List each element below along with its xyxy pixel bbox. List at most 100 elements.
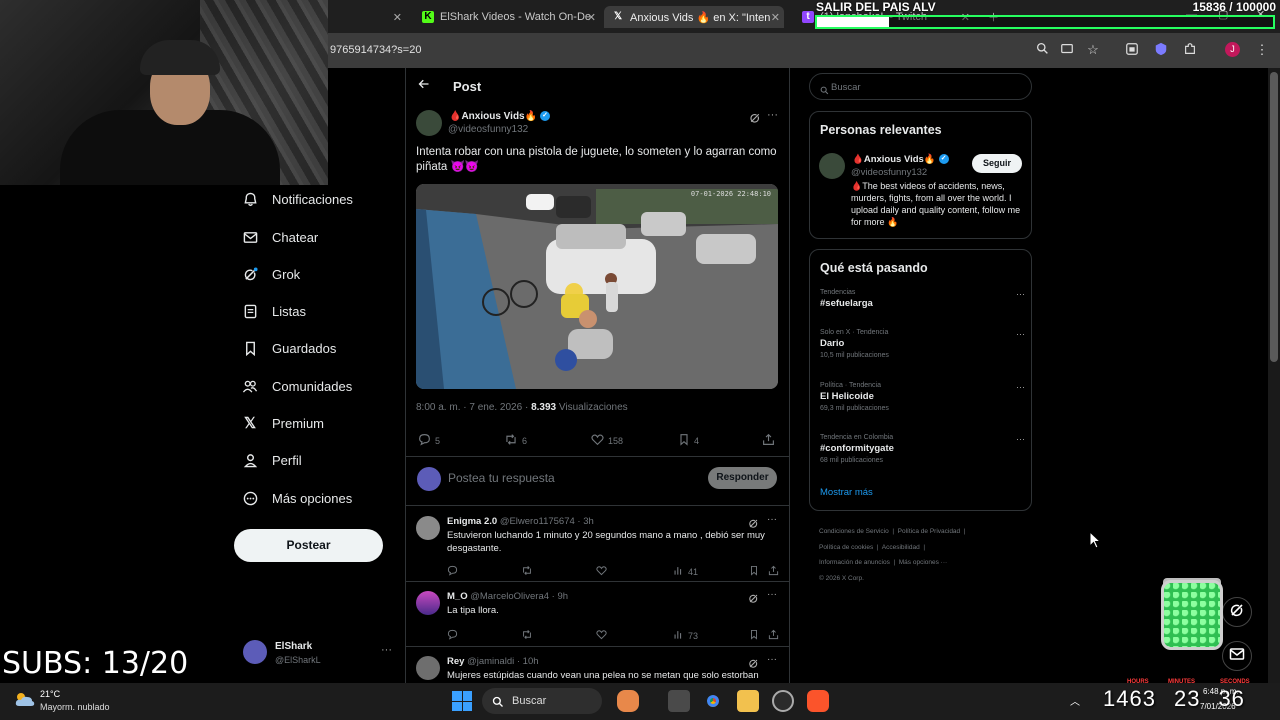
back-arrow-icon[interactable]	[418, 78, 430, 93]
nav-bookmarks[interactable]: Guardados	[242, 333, 336, 363]
repost-icon[interactable]	[521, 629, 537, 640]
profile-avatar-icon[interactable]: J	[1225, 42, 1240, 57]
show-more-link[interactable]: Mostrar más	[820, 487, 873, 498]
reply-icon[interactable]	[447, 565, 462, 576]
repost-action[interactable]: 6	[504, 433, 527, 448]
bookmark-icon[interactable]	[749, 565, 763, 576]
more-dots-icon[interactable]: ···	[1016, 289, 1025, 299]
reply-action[interactable]: 5	[418, 433, 440, 448]
like-action[interactable]: 158	[591, 433, 623, 448]
views-action[interactable]: 73	[673, 629, 698, 642]
more-dots-icon[interactable]: ···	[767, 589, 777, 600]
footer-link[interactable]: Información de anuncios	[819, 559, 890, 566]
reply-button[interactable]: Responder	[708, 467, 777, 489]
nav-lists[interactable]: Listas	[242, 296, 306, 326]
grok-icon[interactable]	[749, 111, 761, 129]
share-action[interactable]	[762, 433, 779, 448]
trend-item[interactable]: Política · Tendencia El Helicoide 69,3 m…	[820, 382, 1025, 412]
nav-grok[interactable]: Grok	[242, 259, 300, 289]
post-video[interactable]: 07-01-2026 22:48:10	[416, 184, 778, 389]
account-name: ElShark	[275, 641, 313, 652]
cloud-icon[interactable]	[14, 691, 35, 707]
widget-app-icon[interactable]	[617, 690, 639, 712]
browser-tab-x[interactable]: 𝕏 Anxious Vids 🔥 en X: "Inten ✕	[604, 6, 784, 28]
grok-float-button[interactable]	[1222, 597, 1252, 627]
nav-more-options[interactable]: Más opciones	[242, 483, 352, 513]
nav-profile[interactable]: Perfil	[242, 445, 302, 475]
reply-author[interactable]: Enigma 2.0	[447, 516, 497, 527]
more-dots-icon[interactable]: ···	[767, 109, 778, 121]
more-dots-icon[interactable]: ···	[1016, 329, 1025, 339]
brave-icon[interactable]	[807, 690, 829, 712]
footer-link[interactable]: Condiciones de Servicio	[819, 528, 889, 535]
repost-icon[interactable]	[521, 565, 537, 576]
reply-author[interactable]: M_O	[447, 591, 468, 602]
footer-link[interactable]: Accesibilidad	[882, 544, 920, 551]
reply-item[interactable]: Enigma 2.0 @Elwero1175674 · 3h ··· Estuv…	[406, 508, 790, 582]
browser-tab-kick[interactable]: K ElShark Videos - Watch On-Der ✕	[414, 6, 600, 28]
file-explorer-icon[interactable]	[737, 690, 759, 712]
heart-icon[interactable]	[596, 629, 611, 640]
reply-input[interactable]: Postea tu respuesta	[448, 471, 555, 485]
nav-communities[interactable]: Comunidades	[242, 371, 352, 401]
share-icon[interactable]	[768, 629, 783, 640]
reply-item[interactable]: M_O @MarceloOlivera4 · 9h ··· La tipa ll…	[406, 583, 790, 647]
page-scrollbar[interactable]	[1268, 68, 1280, 683]
share-icon[interactable]	[768, 565, 783, 576]
post-button[interactable]: Postear	[234, 529, 383, 562]
cast-icon[interactable]	[1059, 42, 1075, 58]
chrome-icon[interactable]	[702, 690, 724, 712]
author-handle[interactable]: @videosfunny132	[448, 124, 528, 135]
windows-start-icon[interactable]	[452, 691, 472, 711]
close-icon[interactable]: ✕	[393, 11, 402, 24]
star-icon[interactable]: ☆	[1085, 42, 1101, 58]
url-text[interactable]: 9765914734?s=20	[330, 44, 421, 56]
zoom-icon[interactable]	[1034, 42, 1050, 58]
avatar[interactable]	[819, 153, 845, 179]
task-view-icon[interactable]	[668, 690, 690, 712]
heart-icon[interactable]	[596, 565, 611, 576]
trends-card: Qué está pasando Tendencias #sefuelarga …	[809, 249, 1032, 511]
footer-link[interactable]: Política de cookies	[819, 544, 873, 551]
extension-shield-icon[interactable]	[1153, 42, 1169, 58]
nav-premium[interactable]: 𝕏 Premium	[242, 408, 324, 438]
search-input[interactable]: Buscar	[809, 73, 1032, 100]
more-dots-icon[interactable]: ···	[767, 654, 777, 665]
footer-link[interactable]: Política de Privacidad	[898, 528, 961, 535]
reply-action-bar: 73	[447, 629, 782, 645]
screen-icon[interactable]	[1124, 42, 1140, 58]
more-dots-icon[interactable]: ···	[1016, 382, 1025, 392]
scrollbar-thumb[interactable]	[1270, 72, 1278, 362]
close-icon[interactable]: ✕	[771, 11, 780, 24]
author-avatar[interactable]	[416, 110, 442, 136]
close-icon[interactable]: ✕	[587, 11, 596, 24]
nav-chat[interactable]: Chatear	[242, 222, 318, 252]
trend-item[interactable]: Solo en X · Tendencia Dario 10,5 mil pub…	[820, 329, 1025, 359]
chevron-up-icon[interactable]: ︿	[1070, 693, 1080, 708]
trend-item[interactable]: Tendencia en Colombia #conformitygate 68…	[820, 434, 1025, 464]
bookmark-icon[interactable]	[749, 629, 763, 640]
reply-item[interactable]: Rey @jaminaldi · 10h ··· Mujeres estúpid…	[406, 648, 790, 683]
follow-button[interactable]: Seguir	[972, 154, 1022, 173]
footer-link[interactable]: Más opciones ···	[899, 559, 947, 566]
weather-description[interactable]: Mayorm. nublado	[40, 702, 110, 712]
messages-float-button[interactable]	[1222, 641, 1252, 671]
reply-author[interactable]: Rey	[447, 656, 464, 667]
obs-icon[interactable]	[772, 690, 794, 712]
account-switcher[interactable]: ElShark @ElSharkL ···	[240, 638, 395, 670]
taskbar-search[interactable]: Buscar	[482, 688, 602, 714]
weather-temperature[interactable]: 21°C	[40, 689, 60, 699]
author-name[interactable]: 🩸Anxious Vids🔥 ✓	[449, 111, 551, 122]
nav-notifications[interactable]: Notificaciones	[242, 184, 353, 214]
relevant-user-handle[interactable]: @videosfunny132	[851, 167, 927, 178]
trend-item[interactable]: Tendencias #sefuelarga ···	[820, 289, 1025, 309]
kebab-menu-icon[interactable]: ⋮	[1254, 42, 1270, 58]
reply-icon[interactable]	[447, 629, 462, 640]
relevant-user-name[interactable]: 🩸Anxious Vids🔥 ✓	[852, 154, 949, 165]
browser-tab-partial[interactable]: ✕	[334, 6, 406, 28]
views-action[interactable]: 41	[673, 565, 698, 578]
more-dots-icon[interactable]: ···	[1016, 434, 1025, 444]
more-dots-icon[interactable]: ···	[767, 514, 777, 525]
bookmark-action[interactable]: 4	[678, 433, 699, 448]
extensions-puzzle-icon[interactable]	[1182, 42, 1198, 58]
